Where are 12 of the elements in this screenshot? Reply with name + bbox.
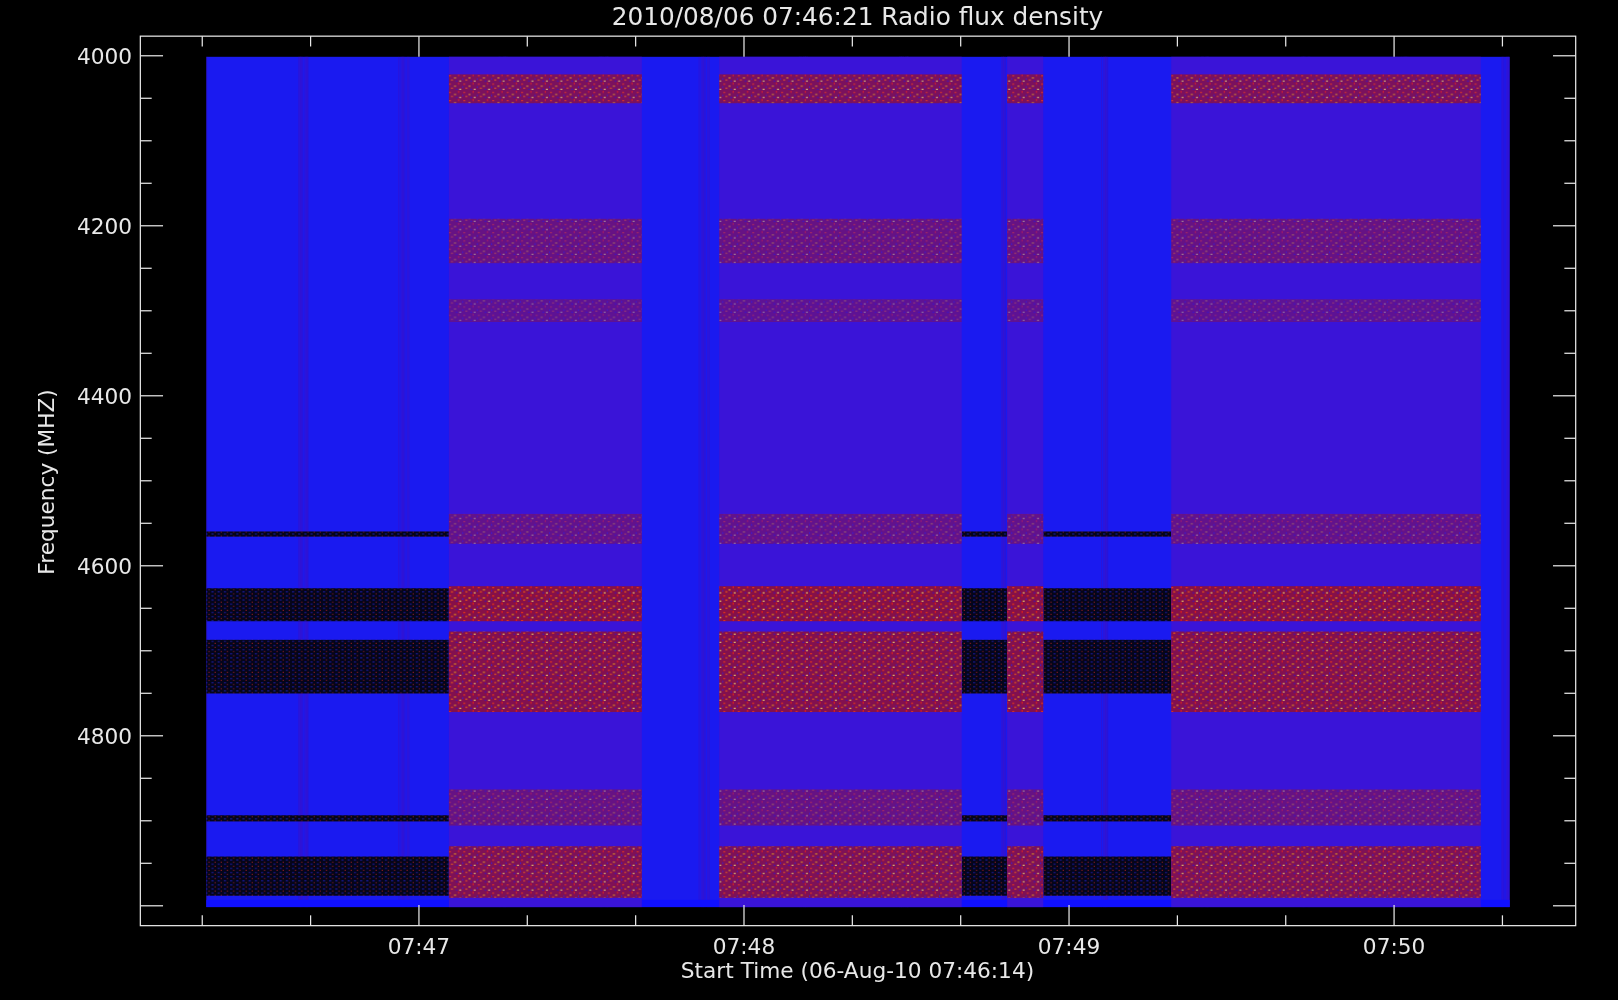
tick-label: 07:49 (1037, 933, 1101, 959)
axis-label: Start Time (06-Aug-10 07:46:14) (680, 958, 1035, 984)
tick-label: 4800 (76, 724, 133, 750)
tick-label: 4600 (76, 554, 133, 580)
tick-label: 07:48 (712, 933, 776, 959)
axis-label: Frequency (MHZ) (33, 389, 59, 575)
tick-label: 07:50 (1362, 933, 1426, 959)
tick-label: 4200 (76, 214, 133, 240)
plot-title: 2010/08/06 07:46:21 Radio flux density (611, 1, 1104, 31)
tick-label: 07:47 (387, 933, 451, 959)
tick-label: 4400 (76, 384, 133, 410)
tick-label: 4000 (76, 44, 133, 70)
